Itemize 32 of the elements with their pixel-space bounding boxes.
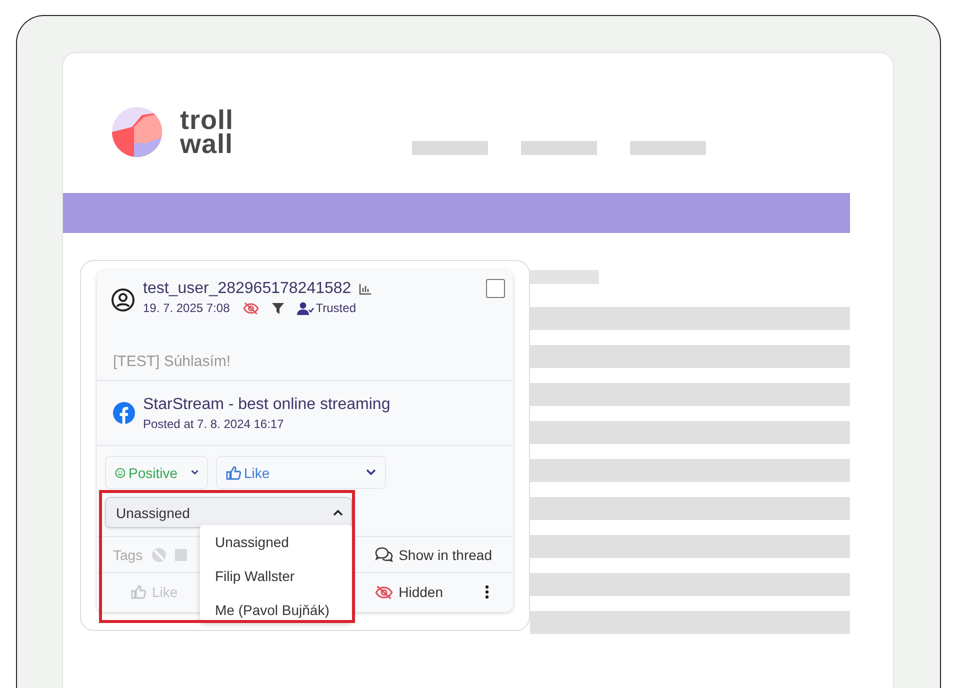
chevron-down-icon (190, 469, 198, 476)
tags-label: Tags (113, 546, 143, 562)
smiley-icon (115, 466, 126, 480)
user-icon (111, 288, 135, 312)
post-title[interactable]: StarStream - best online streaming (143, 396, 390, 414)
comment-text: [TEST] Súhlasím! (113, 353, 231, 370)
thumbs-up-icon (131, 585, 146, 599)
chevron-icon (333, 509, 343, 516)
chart-icon[interactable] (359, 284, 372, 294)
speech-bubbles-icon (374, 547, 393, 562)
menu-option[interactable]: Unassigned (200, 532, 352, 566)
more-button[interactable] (485, 585, 489, 599)
filter-icon[interactable] (272, 302, 284, 314)
chevron-down-icon (366, 469, 376, 476)
reaction-dropdown[interactable]: Like (216, 456, 386, 489)
kebab-menu-icon (485, 585, 489, 599)
eye-slash-icon (374, 584, 393, 600)
comment-time: 19. 7. 2025 7:08 (143, 301, 230, 315)
trusted-label: Trusted (316, 301, 356, 315)
facebook-icon (113, 402, 135, 424)
hidden-button[interactable]: Hidden (374, 584, 443, 600)
assignee-select[interactable]: Unassigned (105, 497, 352, 528)
logo-icon (112, 107, 162, 157)
user-check-icon (296, 302, 314, 314)
logo-text: troll wall (180, 108, 234, 156)
menu-option[interactable]: Me (Pavol Bujňák) (200, 600, 352, 622)
menu-option[interactable]: Filip Wallster (200, 566, 352, 600)
show-in-thread-link[interactable]: Show in thread (374, 546, 492, 562)
thumbs-up-icon (226, 466, 241, 480)
post-date: Posted at 7. 8. 2024 16:17 (143, 416, 285, 430)
author-name[interactable]: test_user_282965178241582 (143, 280, 352, 298)
select-checkbox[interactable] (486, 279, 505, 298)
